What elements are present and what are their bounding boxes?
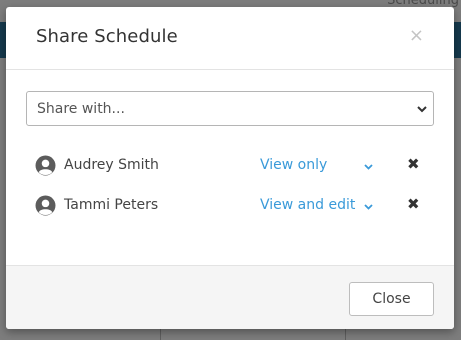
chevron-down-icon (417, 106, 427, 113)
share-with-select[interactable]: Share with... (26, 91, 434, 126)
shared-user-row: Audrey Smith View only ✖ (6, 153, 454, 179)
user-circle-icon (35, 155, 56, 176)
remove-user-icon[interactable]: ✖ (407, 155, 420, 173)
chevron-down-icon (364, 204, 373, 210)
chevron-down-icon (364, 164, 373, 170)
shared-user-row: Tammi Peters View and edit ✖ (6, 193, 454, 219)
permission-dropdown[interactable]: View only (260, 156, 380, 176)
modal-title: Share Schedule (36, 26, 178, 47)
modal-header: Share Schedule × (6, 7, 454, 70)
modal-footer: Close (6, 265, 454, 329)
shared-user-name: Tammi Peters (64, 197, 159, 213)
permission-value: View and edit (260, 197, 356, 213)
share-with-select-value: Share with... (37, 101, 125, 117)
close-icon[interactable]: × (409, 27, 424, 45)
permission-value: View only (260, 157, 328, 173)
share-schedule-modal: Share Schedule × Share with... Audrey Sm… (6, 7, 454, 329)
shared-user-name: Audrey Smith (64, 157, 159, 173)
close-button[interactable]: Close (349, 282, 434, 316)
user-circle-icon (35, 195, 56, 216)
remove-user-icon[interactable]: ✖ (407, 195, 420, 213)
permission-dropdown[interactable]: View and edit (260, 196, 380, 216)
